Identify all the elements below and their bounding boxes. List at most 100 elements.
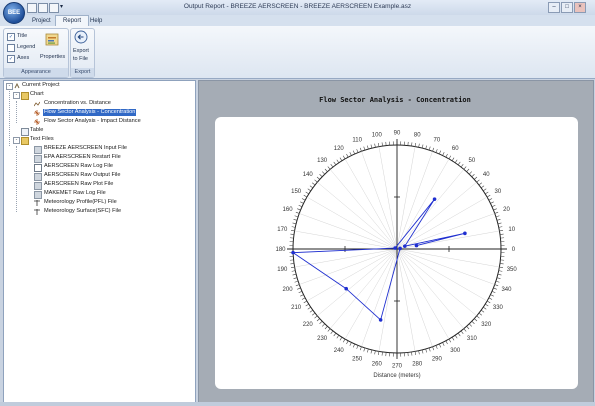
polar-tick: [418, 350, 420, 355]
tree-text-file[interactable]: AERSCREEN Raw Log File: [44, 163, 113, 170]
angle-tick-label: 180: [276, 247, 287, 253]
properties-icon[interactable]: [44, 31, 60, 47]
chart-folder-expander[interactable]: -: [13, 92, 20, 99]
axes-checkbox-label: Axes: [17, 55, 30, 61]
polar-tick: [432, 147, 435, 152]
polar-tick: [471, 321, 475, 324]
close-button[interactable]: ×: [574, 2, 586, 13]
tree-text-folder[interactable]: Text Files: [30, 136, 54, 143]
polar-tick: [359, 147, 362, 152]
tree-text-file[interactable]: Meteorology Profile(PFL) File: [44, 199, 117, 206]
text-folder-expander[interactable]: -: [13, 137, 20, 144]
polar-tick: [476, 315, 480, 319]
polar-tick: [480, 309, 485, 313]
polar-tick: [442, 342, 445, 346]
polar-tick: [303, 300, 308, 304]
polar-tick: [490, 201, 494, 204]
polar-tick: [316, 318, 320, 322]
polar-tick: [454, 335, 458, 339]
angle-tick-label: 220: [303, 322, 314, 328]
polar-tick: [290, 230, 295, 232]
title-checkbox[interactable]: ✓: [7, 33, 15, 41]
polar-tick: [490, 294, 494, 297]
angle-tick-label: 290: [432, 356, 443, 362]
restore-button[interactable]: □: [561, 2, 573, 13]
text-file-icon: [34, 146, 42, 154]
polar-tick: [428, 347, 431, 352]
polar-tick: [314, 179, 318, 183]
polar-tick: [493, 287, 497, 290]
tree-text-file[interactable]: MAKEMET Raw Log File: [44, 190, 106, 197]
polar-tick: [324, 168, 328, 172]
angle-tick-label: 50: [469, 158, 476, 164]
polar-tick: [301, 198, 306, 201]
export-button-label-line1[interactable]: Export: [73, 48, 89, 54]
angle-tick-label: 100: [372, 132, 383, 138]
polar-tick: [411, 351, 413, 356]
tree-text-file[interactable]: AERSCREEN Raw Output File: [44, 172, 120, 179]
polar-tick: [300, 201, 304, 204]
root-expander[interactable]: -: [6, 83, 13, 90]
data-point: [403, 244, 407, 248]
polar-tick: [457, 161, 461, 166]
polar-tick: [448, 338, 452, 343]
text-file-icon: [34, 182, 42, 190]
polar-tick: [469, 323, 472, 327]
polar-tick: [319, 174, 323, 177]
polar-tick: [378, 351, 380, 356]
x-axis-label: Distance (meters): [373, 373, 420, 379]
angle-tick-label: 270: [392, 363, 403, 369]
tab-help[interactable]: Help: [83, 16, 109, 26]
chart-title: Flow Sector Analysis - Concentration: [319, 96, 471, 104]
polar-tick: [425, 145, 427, 150]
tree-chart-item-selected[interactable]: Flow Sector Analysis - Concentration: [43, 109, 137, 116]
line-chart-icon: [33, 101, 41, 107]
tree-chart-item[interactable]: Flow Sector Analysis - Impact Distance: [44, 118, 141, 125]
polar-tick: [474, 318, 478, 322]
polar-tick: [460, 330, 464, 335]
polar-tick: [352, 150, 355, 155]
polar-tick: [290, 233, 295, 235]
export-button-label-line2[interactable]: to File: [73, 56, 88, 62]
tree-chart-folder[interactable]: Chart: [30, 91, 44, 98]
tree-text-file[interactable]: BREEZE AERSCREEN Input File: [44, 145, 127, 152]
polar-tick: [333, 161, 337, 166]
polar-tick: [432, 346, 435, 351]
polar-tick: [485, 303, 489, 307]
angle-tick-label: 110: [352, 138, 362, 144]
met-tower-icon: [34, 200, 40, 206]
tree-text-file[interactable]: EPA AERSCREEN Restart File: [44, 154, 121, 161]
legend-checkbox[interactable]: [7, 44, 15, 52]
tree-chart-item[interactable]: Concentration vs. Distance: [44, 100, 111, 107]
data-point: [344, 286, 348, 291]
table-icon: [21, 128, 29, 136]
polar-tick: [309, 309, 314, 313]
data-point: [398, 246, 402, 251]
polar-tick: [381, 351, 383, 356]
polar-tick: [451, 157, 455, 161]
application-menu-button[interactable]: BEE: [3, 2, 25, 24]
angle-tick-label: 20: [503, 207, 510, 213]
tab-project[interactable]: Project: [25, 16, 58, 26]
tree-text-file[interactable]: AERSCREEN Raw Plot File: [44, 181, 113, 188]
tree-root[interactable]: Current Project: [22, 82, 60, 89]
minimize-button[interactable]: –: [548, 2, 560, 13]
polar-tick: [297, 208, 301, 211]
polar-tick: [488, 297, 493, 300]
export-arrow-icon[interactable]: [74, 30, 88, 44]
polar-tick: [493, 208, 497, 211]
polar-chart-icon: [34, 119, 40, 125]
polar-tick: [476, 179, 480, 183]
polar-tick: [293, 219, 298, 221]
axes-checkbox[interactable]: ✓: [7, 55, 15, 63]
polar-tick: [367, 145, 369, 150]
polar-tick: [499, 263, 504, 265]
data-point: [378, 318, 383, 322]
polar-tick: [498, 270, 503, 272]
tree-text-file[interactable]: Meteorology Surface(SFC) File: [44, 208, 121, 215]
properties-button-label[interactable]: Properties: [40, 54, 65, 60]
polar-tick: [352, 343, 355, 348]
tree-table[interactable]: Table: [30, 127, 43, 134]
polar-tick: [466, 168, 470, 172]
polar-tick: [374, 350, 376, 355]
